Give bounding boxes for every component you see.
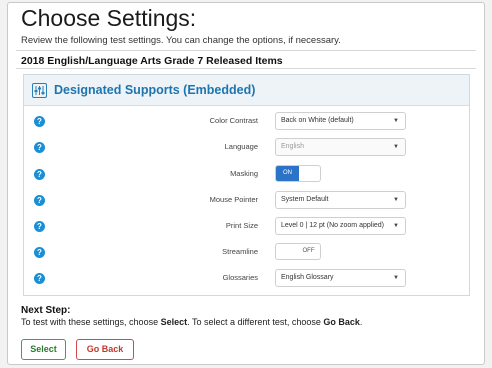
color-contrast-select[interactable]: Back on White (default) ▼ xyxy=(275,112,406,130)
setting-label: Color Contrast xyxy=(209,116,258,125)
setting-label: Mouse Pointer xyxy=(209,195,258,204)
setting-row-print-size: ? Print Size Level 0 | 12 pt (No zoom ap… xyxy=(24,216,469,240)
help-icon[interactable]: ? xyxy=(34,273,45,284)
mouse-pointer-select[interactable]: System Default ▼ xyxy=(275,191,406,209)
setting-label: Streamline xyxy=(222,247,258,256)
language-select[interactable]: English ▼ xyxy=(275,138,406,156)
setting-row-language: ? Language English ▼ xyxy=(24,137,469,161)
caret-down-icon: ▼ xyxy=(393,144,399,150)
setting-row-color-contrast: ? Color Contrast Back on White (default)… xyxy=(24,111,469,135)
caret-down-icon: ▼ xyxy=(393,275,399,281)
panel-header: Designated Supports (Embedded) xyxy=(24,75,469,106)
help-icon[interactable]: ? xyxy=(34,142,45,153)
divider xyxy=(16,68,476,69)
next-step-heading: Next Step: xyxy=(21,305,71,316)
designated-supports-panel: Designated Supports (Embedded) ? Color C… xyxy=(23,74,470,296)
select-value: English xyxy=(281,143,304,150)
panel-title: Designated Supports (Embedded) xyxy=(54,83,256,97)
setting-label: Language xyxy=(224,142,258,151)
toggle-off-label: OFF xyxy=(302,248,315,254)
page-title: Choose Settings: xyxy=(21,5,197,31)
instruction-text: . xyxy=(359,317,363,327)
help-icon[interactable]: ? xyxy=(34,247,45,258)
instruction-back-word: Go Back xyxy=(323,317,360,327)
page-subtitle: Review the following test settings. You … xyxy=(21,35,341,46)
instruction-text: . To select a different test, choose xyxy=(187,317,324,327)
help-icon[interactable]: ? xyxy=(34,116,45,127)
divider xyxy=(16,50,476,51)
toggle-on-label: ON xyxy=(276,166,299,181)
select-value: Level 0 | 12 pt (No zoom applied) xyxy=(281,222,384,229)
instruction-text: To test with these settings, choose xyxy=(21,317,161,327)
setting-label: Print Size xyxy=(225,221,258,230)
setting-label: Masking xyxy=(230,169,258,178)
glossaries-select[interactable]: English Glossary ▼ xyxy=(275,269,406,287)
help-icon[interactable]: ? xyxy=(34,169,45,180)
settings-dialog: Choose Settings: Review the following te… xyxy=(7,2,485,365)
caret-down-icon: ▼ xyxy=(393,197,399,203)
streamline-toggle[interactable]: OFF xyxy=(275,243,321,260)
select-value: Back on White (default) xyxy=(281,117,354,124)
masking-toggle[interactable]: ON xyxy=(275,165,321,182)
setting-row-streamline: ? Streamline OFF xyxy=(24,242,469,266)
setting-label: Glossaries xyxy=(222,273,258,282)
select-value: English Glossary xyxy=(281,274,334,281)
settings-sliders-icon xyxy=(32,83,47,98)
print-size-select[interactable]: Level 0 | 12 pt (No zoom applied) ▼ xyxy=(275,217,406,235)
select-button[interactable]: Select xyxy=(21,339,66,360)
instruction-select-word: Select xyxy=(160,317,188,327)
next-step-instructions: To test with these settings, choose Sele… xyxy=(21,317,362,327)
setting-row-mouse-pointer: ? Mouse Pointer System Default ▼ xyxy=(24,190,469,214)
setting-row-glossaries: ? Glossaries English Glossary ▼ xyxy=(24,268,469,292)
help-icon[interactable]: ? xyxy=(34,221,45,232)
setting-row-masking: ? Masking ON xyxy=(24,164,469,188)
test-name: 2018 English/Language Arts Grade 7 Relea… xyxy=(21,55,283,67)
caret-down-icon: ▼ xyxy=(393,223,399,229)
select-value: System Default xyxy=(281,196,329,203)
help-icon[interactable]: ? xyxy=(34,195,45,206)
caret-down-icon: ▼ xyxy=(393,118,399,124)
go-back-button[interactable]: Go Back xyxy=(76,339,134,360)
